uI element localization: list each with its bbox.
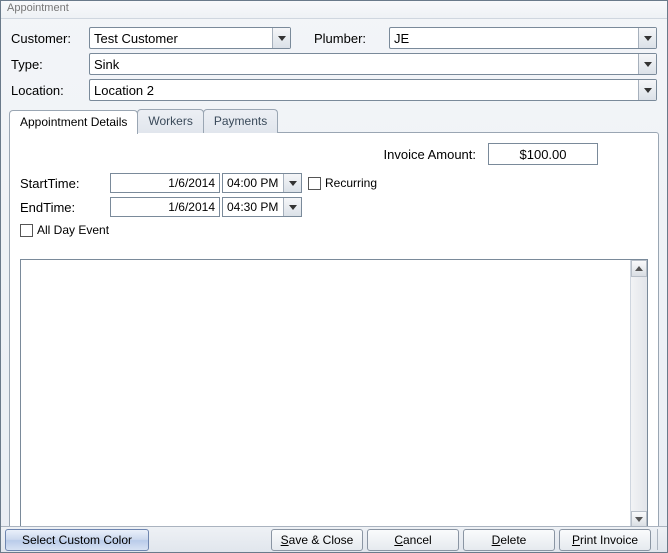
- header-form: Customer: Test Customer Plumber: JE: [7, 25, 661, 103]
- customer-combo[interactable]: Test Customer: [89, 27, 291, 49]
- delete-button[interactable]: Delete: [463, 529, 555, 551]
- footer-divider: [657, 529, 663, 550]
- notes-textarea[interactable]: [20, 259, 648, 529]
- footer-spacer: [153, 529, 267, 550]
- tab-workers[interactable]: Workers: [137, 109, 203, 133]
- type-value: Sink: [94, 57, 119, 72]
- tab-payments[interactable]: Payments: [203, 109, 278, 133]
- recurring-label: Recurring: [325, 176, 377, 190]
- tab-strip: Appointment Details Workers Payments: [9, 109, 659, 133]
- allday-label: All Day Event: [37, 223, 109, 237]
- plumber-value: JE: [394, 31, 409, 46]
- start-label: StartTime:: [20, 176, 110, 191]
- print-label: Print Invoice: [572, 533, 638, 547]
- select-custom-color-button[interactable]: Select Custom Color: [5, 529, 149, 551]
- end-time-field[interactable]: 04:30 PM: [222, 197, 302, 217]
- invoice-label: Invoice Amount:: [384, 147, 477, 162]
- chevron-down-icon[interactable]: [283, 174, 301, 192]
- notes-scrollbar[interactable]: [630, 260, 647, 528]
- delete-label: Delete: [492, 533, 527, 547]
- notes-content: [21, 260, 630, 528]
- tab-appointment-details[interactable]: Appointment Details: [9, 110, 138, 134]
- footer-bar: Select Custom Color Save & Close Cancel …: [1, 526, 667, 552]
- save-button[interactable]: Save & Close: [271, 529, 363, 551]
- checkbox-icon: [20, 224, 33, 237]
- print-invoice-button[interactable]: Print Invoice: [559, 529, 651, 551]
- type-label: Type:: [7, 51, 85, 77]
- start-date-field[interactable]: 1/6/2014: [110, 173, 220, 193]
- recurring-checkbox[interactable]: Recurring: [308, 176, 377, 190]
- location-label: Location:: [7, 77, 85, 103]
- allday-checkbox[interactable]: All Day Event: [20, 223, 109, 237]
- save-label: Save & Close: [281, 533, 354, 547]
- end-date-value: 1/6/2014: [168, 200, 215, 214]
- customer-label: Customer:: [7, 25, 85, 51]
- end-date-field[interactable]: 1/6/2014: [110, 197, 220, 217]
- chevron-down-icon[interactable]: [638, 54, 656, 74]
- customer-value: Test Customer: [94, 31, 178, 46]
- window-title: Appointment: [1, 1, 667, 19]
- checkbox-icon: [308, 177, 321, 190]
- cancel-button[interactable]: Cancel: [367, 529, 459, 551]
- chevron-down-icon[interactable]: [272, 28, 290, 48]
- invoice-amount-field[interactable]: $100.00: [488, 143, 598, 165]
- plumber-label: Plumber:: [295, 25, 385, 51]
- scroll-up-icon[interactable]: [631, 260, 647, 277]
- type-combo[interactable]: Sink: [89, 53, 657, 75]
- details-panel: Invoice Amount: $100.00 StartTime: 1/6/2…: [9, 132, 659, 540]
- invoice-amount-value: $100.00: [520, 147, 567, 162]
- end-label: EndTime:: [20, 200, 110, 215]
- chevron-down-icon[interactable]: [283, 198, 301, 216]
- start-time-value: 04:00 PM: [227, 176, 278, 190]
- plumber-combo[interactable]: JE: [389, 27, 657, 49]
- tab-area: Appointment Details Workers Payments Inv…: [9, 109, 659, 540]
- cancel-label: Cancel: [394, 533, 431, 547]
- location-value: Location 2: [94, 83, 154, 98]
- location-combo[interactable]: Location 2: [89, 79, 657, 101]
- chevron-down-icon[interactable]: [638, 28, 656, 48]
- appointment-window: Appointment Customer: Test Customer Plum…: [0, 0, 668, 553]
- chevron-down-icon[interactable]: [638, 80, 656, 100]
- end-time-value: 04:30 PM: [227, 200, 278, 214]
- start-time-field[interactable]: 04:00 PM: [222, 173, 302, 193]
- start-date-value: 1/6/2014: [168, 176, 215, 190]
